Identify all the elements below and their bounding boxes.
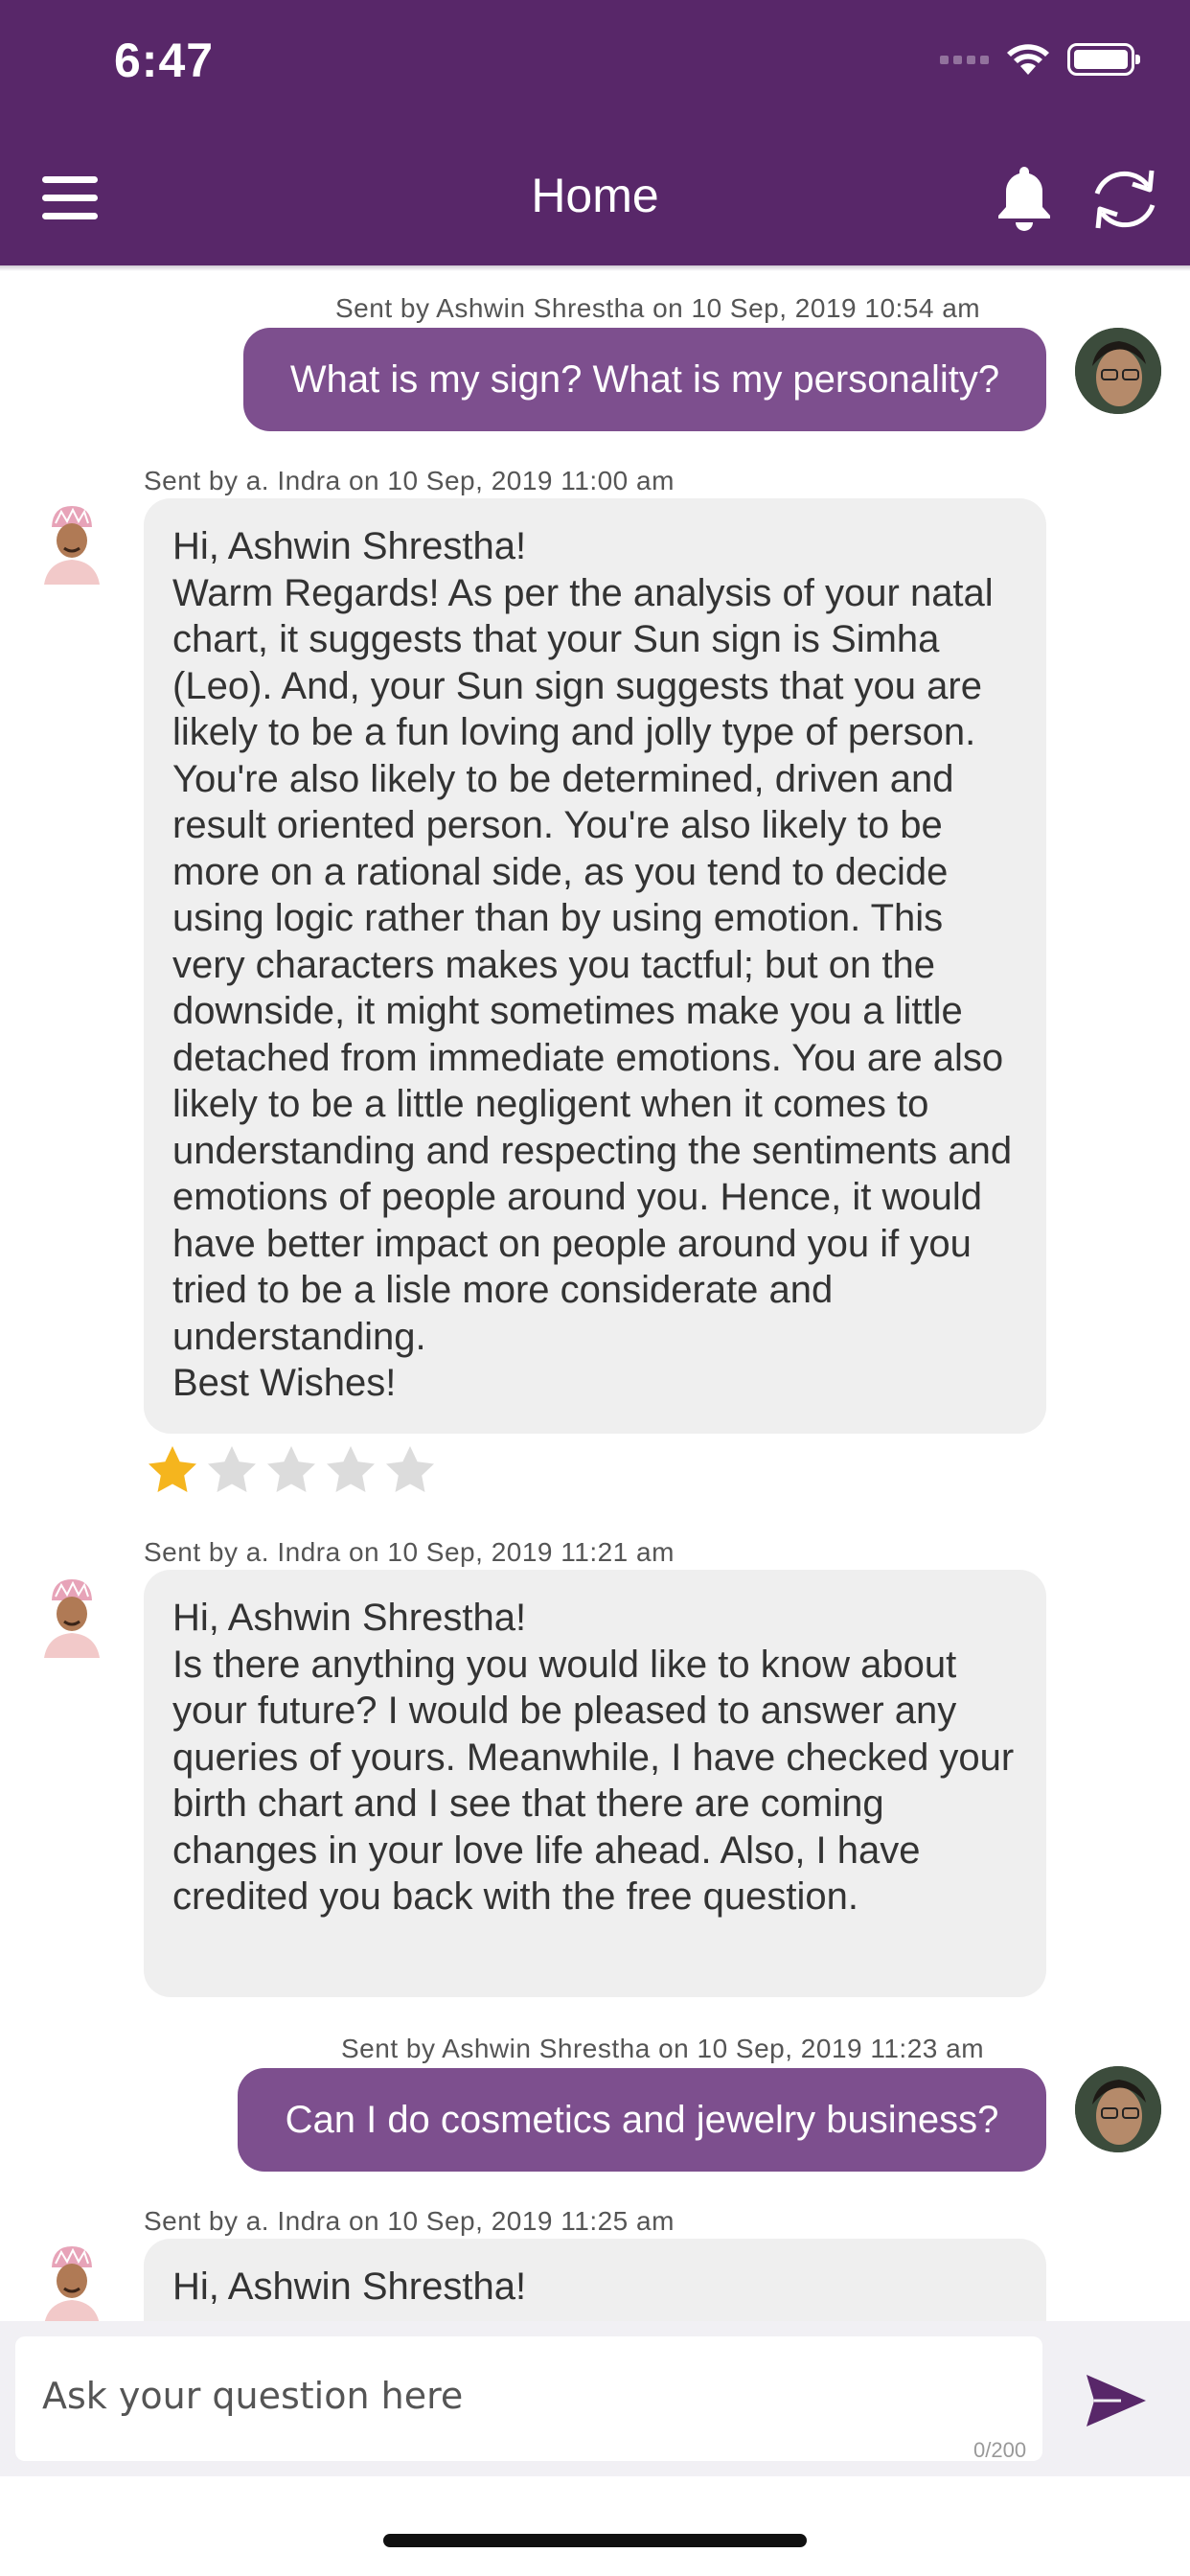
star-empty-icon[interactable]	[203, 1442, 261, 1500]
outgoing-message-bubble[interactable]: Can I do cosmetics and jewelry business?	[238, 2068, 1046, 2172]
cellular-signal-icon	[940, 55, 989, 64]
character-counter: 0/200	[973, 2438, 1027, 2462]
message-meta: Sent by Ashwin Shrestha on 10 Sep, 2019 …	[341, 2034, 985, 2063]
battery-icon	[1067, 43, 1140, 76]
incoming-message-bubble[interactable]: Hi, Ashwin Shrestha! Is there anything y…	[144, 1570, 1046, 1997]
outgoing-message-bubble[interactable]: What is my sign? What is my personality?	[243, 328, 1046, 431]
star-filled-icon[interactable]	[144, 1442, 201, 1500]
astrologer-avatar[interactable]	[38, 498, 105, 585]
question-input-placeholder: Ask your question here	[42, 2375, 464, 2417]
send-icon[interactable]	[1083, 2367, 1150, 2434]
status-icons	[940, 42, 1140, 77]
nav-divider	[0, 265, 1190, 271]
star-empty-icon[interactable]	[322, 1442, 379, 1500]
refresh-icon[interactable]	[1088, 163, 1161, 236]
incoming-message-bubble[interactable]: Hi, Ashwin Shrestha! Warm Regards! As pe…	[144, 498, 1046, 1434]
home-indicator	[383, 2534, 807, 2547]
status-time: 6:47	[114, 34, 215, 87]
user-avatar[interactable]	[1075, 2066, 1161, 2152]
top-bar: 6:47 Home	[0, 0, 1190, 265]
star-empty-icon[interactable]	[263, 1442, 320, 1500]
message-meta: Sent by Ashwin Shrestha on 10 Sep, 2019 …	[335, 293, 981, 323]
wifi-icon	[1007, 44, 1049, 75]
message-meta: Sent by a. Indra on 10 Sep, 2019 11:21 a…	[144, 1537, 675, 1567]
user-avatar[interactable]	[1075, 328, 1161, 414]
message-meta: Sent by a. Indra on 10 Sep, 2019 11:00 a…	[144, 466, 675, 495]
astrologer-avatar[interactable]	[38, 1572, 105, 1658]
astrologer-avatar[interactable]	[38, 2239, 105, 2325]
star-empty-icon[interactable]	[381, 1442, 439, 1500]
rating-stars[interactable]	[144, 1442, 439, 1500]
message-meta: Sent by a. Indra on 10 Sep, 2019 11:25 a…	[144, 2206, 675, 2236]
bell-icon[interactable]	[993, 163, 1056, 232]
